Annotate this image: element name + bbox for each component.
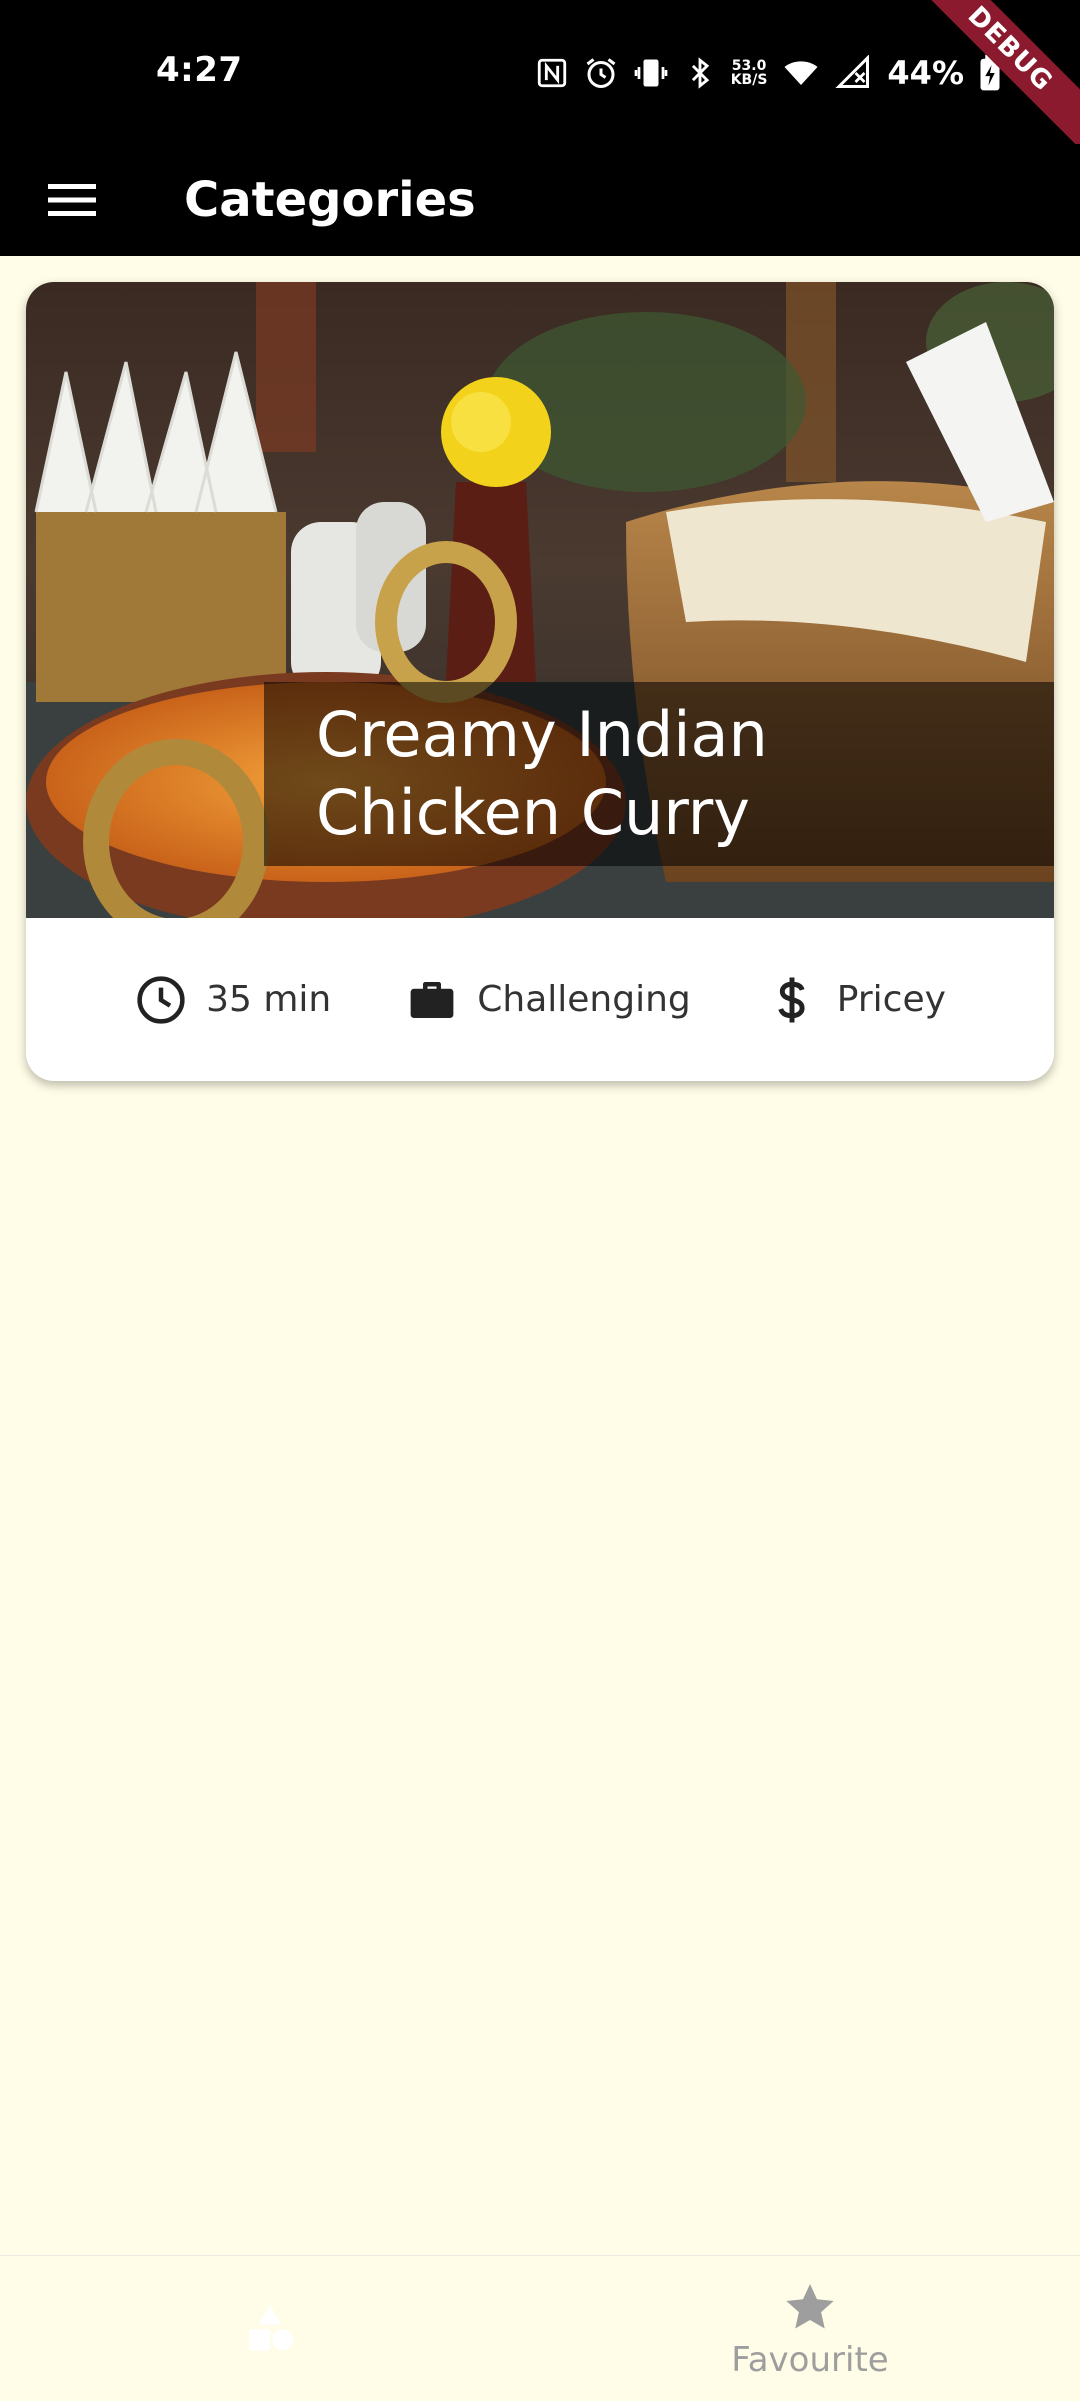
network-speed: 53.0 KB/S xyxy=(730,58,768,88)
menu-button[interactable] xyxy=(34,162,110,238)
app-bar: Categories xyxy=(0,144,1080,256)
meal-info-row: 35 min Challenging Pricey xyxy=(26,918,1054,1081)
meal-card[interactable]: Creamy Indian Chicken Curry 35 min Chall… xyxy=(26,282,1054,1081)
wifi-icon xyxy=(781,55,821,91)
star-icon xyxy=(786,2283,834,2329)
signal-icon xyxy=(835,55,873,91)
meal-image: Creamy Indian Chicken Curry xyxy=(26,282,1054,918)
nav-favourite-label: Favourite xyxy=(731,2339,889,2380)
meal-title-overlay: Creamy Indian Chicken Curry xyxy=(264,682,1054,866)
dollar-icon xyxy=(765,973,819,1027)
meal-affordability: Pricey xyxy=(765,973,946,1027)
alarm-icon xyxy=(583,55,619,91)
clock-icon xyxy=(134,973,188,1027)
hamburger-menu-icon xyxy=(48,184,96,216)
status-icons: 53.0 KB/S 44% xyxy=(535,50,1002,96)
battery-percent: 44% xyxy=(887,54,964,92)
nav-categories[interactable] xyxy=(0,2256,540,2401)
affordability-label: Pricey xyxy=(836,979,946,1020)
duration-label: 35 min xyxy=(206,979,332,1020)
bottom-navigation: Favourite xyxy=(0,2255,1080,2401)
category-shapes-icon xyxy=(249,2304,294,2350)
meal-title: Creamy Indian Chicken Curry xyxy=(316,698,768,849)
meal-complexity: Challenging xyxy=(405,973,691,1027)
status-bar: 4:27 53.0 KB/S 44% xyxy=(0,0,1080,144)
page-title: Categories xyxy=(184,172,476,228)
status-time: 4:27 xyxy=(156,50,243,90)
vibrate-icon xyxy=(633,55,669,91)
briefcase-icon xyxy=(405,973,459,1027)
nav-favourite[interactable]: Favourite xyxy=(540,2256,1080,2401)
bluetooth-icon xyxy=(683,55,717,91)
meal-duration: 35 min xyxy=(134,973,331,1027)
complexity-label: Challenging xyxy=(477,979,691,1020)
nfc-icon xyxy=(535,56,569,90)
